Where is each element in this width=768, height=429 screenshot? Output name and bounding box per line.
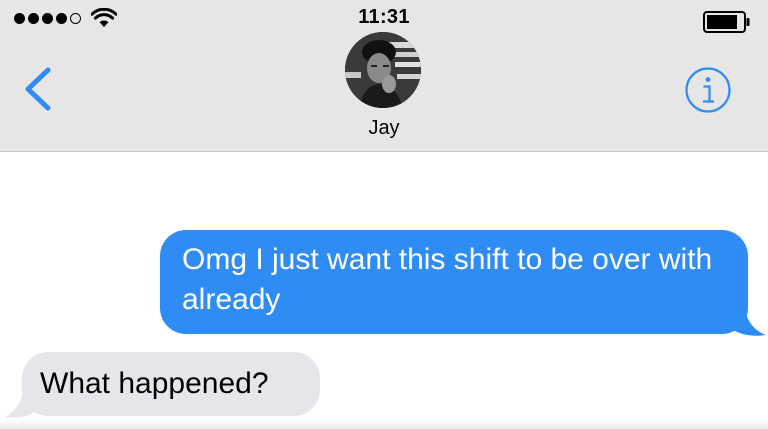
message-text: What happened? (40, 367, 269, 400)
messages-screen: 11:31 Jay Omg I just want this shift to … (0, 0, 768, 429)
status-bar: 11:31 (0, 0, 768, 34)
message-text: Omg I just want this shift to be over wi… (182, 243, 713, 316)
info-button[interactable] (684, 66, 732, 114)
avatar-photo (345, 32, 421, 108)
contact-avatar[interactable] (345, 32, 421, 108)
bubble-tail (724, 302, 766, 336)
message-bubble-incoming[interactable]: What happened? (22, 352, 320, 416)
divider (0, 418, 768, 429)
contact-name[interactable]: Jay (0, 117, 768, 140)
back-button[interactable] (20, 66, 56, 112)
message-bubble-outgoing[interactable]: Omg I just want this shift to be over wi… (160, 230, 748, 334)
battery-icon (703, 11, 750, 33)
bubble-tail (5, 386, 44, 418)
chevron-left-icon (25, 67, 51, 111)
info-icon (685, 67, 731, 113)
status-time: 11:31 (358, 6, 410, 28)
conversation-header: 11:31 Jay (0, 0, 768, 152)
